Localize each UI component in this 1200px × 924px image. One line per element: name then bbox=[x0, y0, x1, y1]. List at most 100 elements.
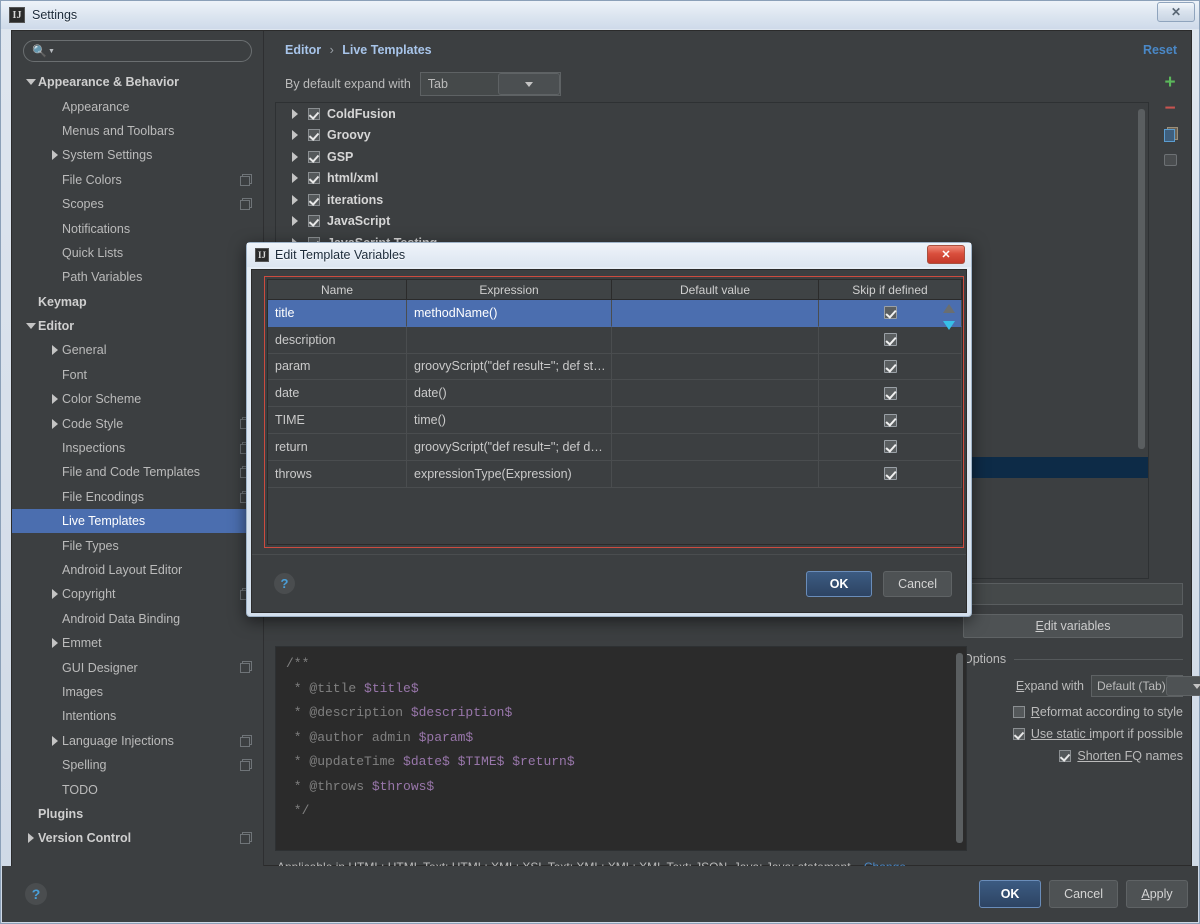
chevron-right-icon[interactable] bbox=[48, 736, 62, 746]
table-row[interactable]: datedate() bbox=[268, 380, 962, 407]
window-close-button[interactable]: ✕ bbox=[1157, 2, 1195, 22]
table-row[interactable]: paramgroovyScript("def result=''; def st… bbox=[268, 354, 962, 381]
cancel-button[interactable]: Cancel bbox=[1049, 880, 1118, 908]
option-checkbox[interactable] bbox=[1013, 706, 1025, 718]
dialog-cancel-button[interactable]: Cancel bbox=[883, 571, 952, 597]
help-button[interactable]: ? bbox=[25, 883, 47, 905]
cell-name[interactable]: description bbox=[268, 327, 407, 354]
chevron-right-icon[interactable] bbox=[288, 152, 302, 162]
option-checkbox[interactable] bbox=[1059, 750, 1071, 762]
sidebar-item-general[interactable]: General bbox=[12, 338, 263, 362]
cell-expression[interactable] bbox=[407, 327, 612, 354]
cell-expression[interactable]: date() bbox=[407, 380, 612, 407]
chevron-right-icon[interactable] bbox=[48, 589, 62, 599]
column-header-name[interactable]: Name bbox=[268, 280, 407, 300]
sidebar-item-android-data-binding[interactable]: Android Data Binding bbox=[12, 607, 263, 631]
edit-variables-button[interactable]: Edit variables bbox=[963, 614, 1183, 638]
default-expand-dropdown-button[interactable] bbox=[498, 73, 560, 95]
chevron-right-icon[interactable] bbox=[48, 638, 62, 648]
cell-name[interactable]: title bbox=[268, 300, 407, 327]
sidebar-item-notifications[interactable]: Notifications bbox=[12, 216, 263, 240]
cell-default-value[interactable] bbox=[612, 327, 819, 354]
chevron-right-icon[interactable] bbox=[288, 195, 302, 205]
chevron-right-icon[interactable] bbox=[48, 394, 62, 404]
cell-expression[interactable]: time() bbox=[407, 407, 612, 434]
sidebar-item-scopes[interactable]: Scopes bbox=[12, 192, 263, 216]
template-group-checkbox[interactable] bbox=[308, 129, 320, 141]
template-list-scrollbar[interactable] bbox=[1138, 109, 1145, 449]
cell-expression[interactable]: methodName() bbox=[407, 300, 612, 327]
variable-text-field[interactable] bbox=[963, 583, 1183, 605]
template-group-checkbox[interactable] bbox=[308, 172, 320, 184]
skip-if-defined-checkbox[interactable] bbox=[884, 360, 897, 373]
skip-if-defined-checkbox[interactable] bbox=[884, 306, 897, 319]
skip-if-defined-checkbox[interactable] bbox=[884, 467, 897, 480]
template-group-checkbox[interactable] bbox=[308, 215, 320, 227]
sidebar-item-gui-designer[interactable]: GUI Designer bbox=[12, 655, 263, 679]
template-group-row[interactable]: JavaScript bbox=[276, 211, 1148, 233]
cell-skip-if-defined[interactable] bbox=[819, 354, 962, 381]
sidebar-item-color-scheme[interactable]: Color Scheme bbox=[12, 387, 263, 411]
sidebar-item-plugins[interactable]: Plugins bbox=[12, 802, 263, 826]
skip-if-defined-checkbox[interactable] bbox=[884, 414, 897, 427]
chevron-right-icon[interactable] bbox=[288, 216, 302, 226]
chevron-right-icon[interactable] bbox=[48, 150, 62, 160]
sidebar-item-menus-and-toolbars[interactable]: Menus and Toolbars bbox=[12, 119, 263, 143]
ok-button[interactable]: OK bbox=[979, 880, 1041, 908]
remove-template-button[interactable]: − bbox=[1157, 95, 1183, 121]
cell-name[interactable]: param bbox=[268, 354, 407, 381]
cell-default-value[interactable] bbox=[612, 461, 819, 488]
template-group-row[interactable]: iterations bbox=[276, 189, 1148, 211]
chevron-right-icon[interactable] bbox=[48, 345, 62, 355]
sidebar-item-file-types[interactable]: File Types bbox=[12, 533, 263, 557]
option-checkbox-row[interactable]: Use static import if possible bbox=[957, 727, 1183, 741]
sidebar-item-inspections[interactable]: Inspections bbox=[12, 436, 263, 460]
template-group-checkbox[interactable] bbox=[308, 108, 320, 120]
option-checkbox[interactable] bbox=[1013, 728, 1025, 740]
skip-if-defined-checkbox[interactable] bbox=[884, 387, 897, 400]
breadcrumb-parent[interactable]: Editor bbox=[285, 43, 321, 57]
cell-name[interactable]: throws bbox=[268, 461, 407, 488]
chevron-right-icon[interactable] bbox=[288, 173, 302, 183]
skip-if-defined-checkbox[interactable] bbox=[884, 333, 897, 346]
cell-default-value[interactable] bbox=[612, 380, 819, 407]
sidebar-item-images[interactable]: Images bbox=[12, 680, 263, 704]
cell-name[interactable]: return bbox=[268, 434, 407, 461]
cell-skip-if-defined[interactable] bbox=[819, 434, 962, 461]
option-checkbox-row[interactable]: Shorten FQ names bbox=[957, 749, 1183, 763]
cell-name[interactable]: TIME bbox=[268, 407, 407, 434]
sidebar-item-file-and-code-templates[interactable]: File and Code Templates bbox=[12, 460, 263, 484]
sidebar-item-spelling[interactable]: Spelling bbox=[12, 753, 263, 777]
sidebar-item-intentions[interactable]: Intentions bbox=[12, 704, 263, 728]
option-checkbox-row[interactable]: Reformat according to style bbox=[957, 705, 1183, 719]
cell-default-value[interactable] bbox=[612, 407, 819, 434]
cell-skip-if-defined[interactable] bbox=[819, 461, 962, 488]
cell-name[interactable]: date bbox=[268, 380, 407, 407]
dialog-help-button[interactable]: ? bbox=[274, 573, 295, 594]
cell-skip-if-defined[interactable] bbox=[819, 380, 962, 407]
sidebar-item-quick-lists[interactable]: Quick Lists bbox=[12, 241, 263, 265]
column-header-skip-if-defined[interactable]: Skip if defined bbox=[819, 280, 962, 300]
cell-expression[interactable]: groovyScript("def result=''; def st… bbox=[407, 354, 612, 381]
sidebar-item-emmet[interactable]: Emmet bbox=[12, 631, 263, 655]
template-text-editor[interactable]: /** * @title $title$ * @description $des… bbox=[275, 646, 967, 851]
sidebar-item-live-templates[interactable]: Live Templates bbox=[12, 509, 263, 533]
sidebar-item-appearance[interactable]: Appearance bbox=[12, 94, 263, 118]
cell-default-value[interactable] bbox=[612, 354, 819, 381]
template-group-checkbox[interactable] bbox=[308, 151, 320, 163]
move-down-icon[interactable] bbox=[943, 321, 955, 330]
cell-default-value[interactable] bbox=[612, 434, 819, 461]
sidebar-item-todo[interactable]: TODO bbox=[12, 777, 263, 801]
sidebar-item-font[interactable]: Font bbox=[12, 363, 263, 387]
sidebar-item-language-injections[interactable]: Language Injections bbox=[12, 729, 263, 753]
sidebar-item-system-settings[interactable]: System Settings bbox=[12, 143, 263, 167]
sidebar-item-file-colors[interactable]: File Colors bbox=[12, 168, 263, 192]
chevron-right-icon[interactable] bbox=[24, 833, 38, 843]
table-row[interactable]: titlemethodName() bbox=[268, 300, 962, 327]
editor-scrollbar[interactable] bbox=[956, 653, 963, 843]
add-template-button[interactable]: + bbox=[1157, 69, 1183, 95]
apply-button[interactable]: Apply bbox=[1126, 880, 1188, 908]
sidebar-item-keymap[interactable]: Keymap bbox=[12, 290, 263, 314]
chevron-right-icon[interactable] bbox=[288, 109, 302, 119]
skip-if-defined-checkbox[interactable] bbox=[884, 440, 897, 453]
